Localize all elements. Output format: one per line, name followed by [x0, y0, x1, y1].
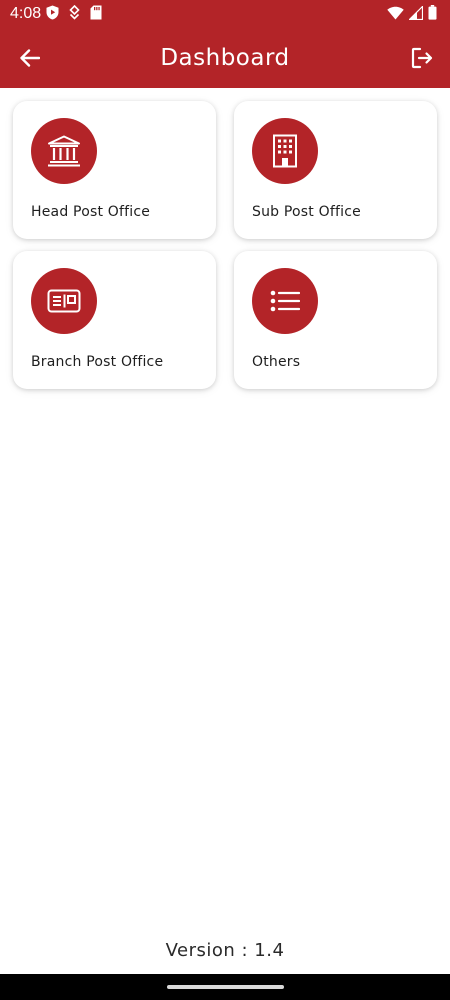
wifi-icon: [387, 5, 404, 24]
status-right-icons: [387, 4, 437, 24]
list-icon: [270, 290, 300, 312]
battery-icon: [428, 4, 437, 24]
card-label: Head Post Office: [31, 204, 151, 220]
shield-play-icon: [46, 5, 59, 24]
card-label: Others: [252, 354, 301, 370]
building-icon: [273, 134, 297, 168]
card-icon-circle: [252, 118, 318, 184]
card-others[interactable]: Others: [234, 251, 437, 389]
card-icon-circle: [31, 118, 97, 184]
sd-card-icon: [90, 5, 102, 24]
version-label: Version : 1.4: [165, 940, 285, 961]
post-card-icon: [47, 289, 81, 313]
card-sub-post-office[interactable]: Sub Post Office: [234, 101, 437, 239]
home-gesture-handle[interactable]: [167, 985, 284, 989]
app-bar: Dashboard: [0, 28, 450, 88]
status-bar: 4:08: [0, 0, 450, 28]
system-nav-bar: [0, 974, 450, 1000]
page-title: Dashboard: [160, 45, 290, 71]
signal-icon: [408, 4, 424, 24]
dashboard-grid: Head Post Office Sub Post Office Branch …: [13, 101, 437, 389]
app-notification-icon: [68, 4, 81, 24]
card-icon-circle: [252, 268, 318, 334]
card-icon-circle: [31, 268, 97, 334]
dashboard-screen: 4:08 Dashboard Head Post Office Sub Post…: [0, 0, 450, 1000]
card-label: Sub Post Office: [252, 204, 361, 220]
card-label: Branch Post Office: [31, 354, 164, 370]
status-time: 4:08: [10, 5, 42, 22]
card-branch-post-office[interactable]: Branch Post Office: [13, 251, 216, 389]
card-head-post-office[interactable]: Head Post Office: [13, 101, 216, 239]
status-left-icons: [46, 4, 102, 24]
logout-icon: [411, 47, 433, 69]
logout-button[interactable]: [408, 44, 436, 72]
bank-icon: [48, 135, 80, 167]
